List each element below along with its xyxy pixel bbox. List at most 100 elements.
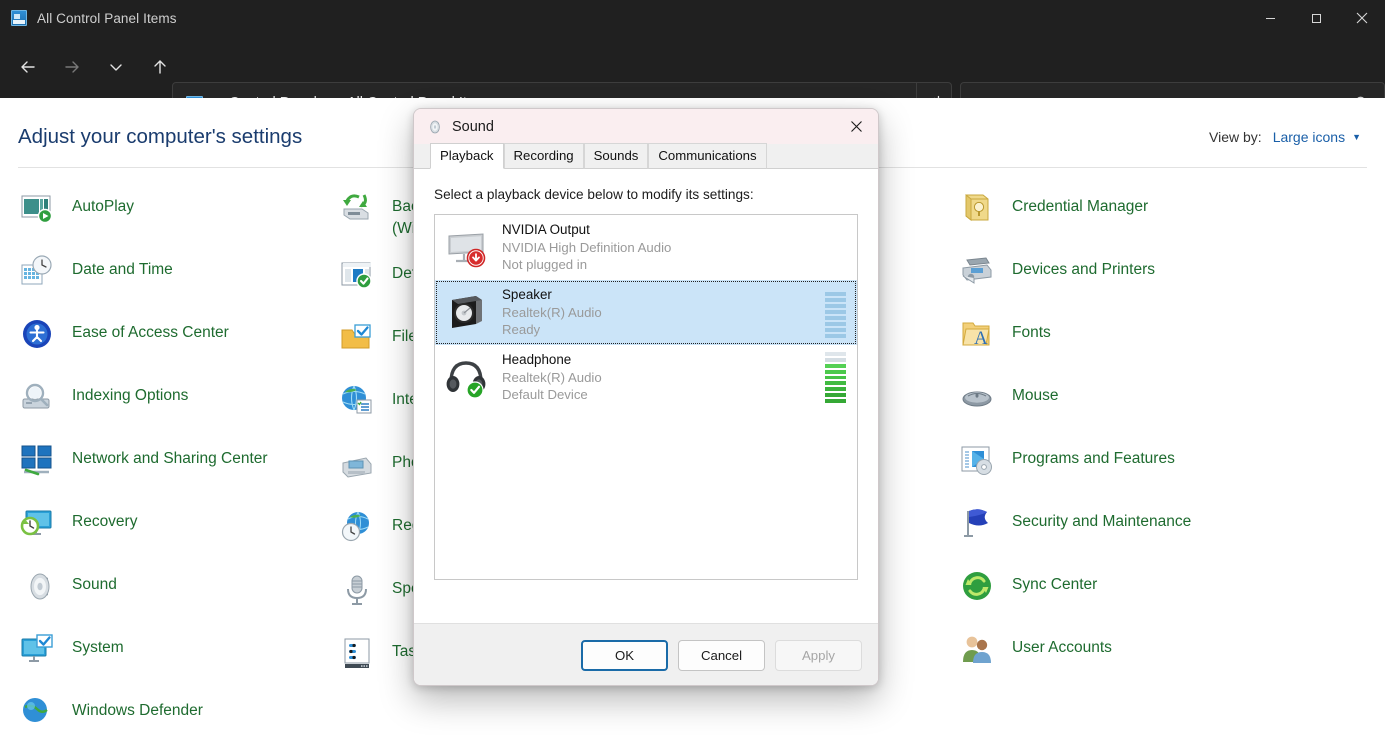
cp-item-recovery[interactable]: Recovery xyxy=(0,497,320,560)
up-button[interactable] xyxy=(140,47,180,87)
cp-item-label: Programs and Features xyxy=(1012,443,1175,470)
speech-recognition-icon xyxy=(340,573,374,607)
programs-features-icon xyxy=(960,443,994,477)
tab-playback[interactable]: Playback xyxy=(430,143,504,169)
date-time-icon xyxy=(20,254,54,288)
cp-item-sound[interactable]: Sound xyxy=(0,560,320,623)
cp-item-label: Ease of Access Center xyxy=(72,317,229,344)
cp-item-indexing-options[interactable]: Indexing Options xyxy=(0,371,320,434)
cp-item-label: AutoPlay xyxy=(72,191,134,218)
device-row-speaker[interactable]: Speaker Realtek(R) Audio Ready xyxy=(435,280,857,345)
windows-defender-icon xyxy=(20,695,54,729)
cp-item-date-and-time[interactable]: Date and Time xyxy=(0,245,320,308)
back-button[interactable] xyxy=(8,47,48,87)
control-panel-window: All Control Panel Items xyxy=(0,0,1385,735)
cp-item-label: Recovery xyxy=(72,506,137,533)
sound-dialog-body: Playback Recording Sounds Communications… xyxy=(414,144,878,686)
cp-item-ease-of-access-center[interactable]: Ease of Access Center xyxy=(0,308,320,371)
cp-item-devices-and-printers[interactable]: Devices and Printers xyxy=(940,245,1380,308)
cp-item-label: Sync Center xyxy=(1012,569,1097,596)
cp-item-mouse[interactable]: Mouse xyxy=(940,371,1380,434)
page-title: Adjust your computer's settings xyxy=(18,125,302,149)
internet-options-icon xyxy=(340,384,374,418)
network-sharing-icon xyxy=(20,443,54,477)
devices-printers-icon xyxy=(960,254,994,288)
tab-sounds[interactable]: Sounds xyxy=(584,143,649,169)
cp-item-label: Devices and Printers xyxy=(1012,254,1155,281)
window-title: All Control Panel Items xyxy=(37,11,177,26)
device-info: NVIDIA Output NVIDIA High Definition Aud… xyxy=(502,221,851,274)
mouse-icon xyxy=(960,380,994,414)
minimize-button[interactable] xyxy=(1247,0,1293,36)
close-button[interactable] xyxy=(1339,0,1385,36)
sync-center-icon xyxy=(960,569,994,603)
items-column-1: AutoPlay xyxy=(0,182,320,735)
cp-item-windows-defender[interactable]: Windows Defender xyxy=(0,686,320,735)
cp-item-label: Windows Defender xyxy=(72,695,203,722)
playback-device-list[interactable]: NVIDIA Output NVIDIA High Definition Aud… xyxy=(434,214,858,580)
cp-item-fonts[interactable]: A Fonts xyxy=(940,308,1380,371)
view-by-value[interactable]: Large icons xyxy=(1273,129,1345,145)
headphone-default-icon xyxy=(443,355,489,401)
ease-of-access-icon xyxy=(20,317,54,351)
system-icon xyxy=(20,632,54,666)
ok-button[interactable]: OK xyxy=(581,640,668,671)
backup-restore-icon xyxy=(340,191,374,225)
recent-locations-button[interactable] xyxy=(96,47,136,87)
cp-item-label: System xyxy=(72,632,124,659)
device-status: Not plugged in xyxy=(502,256,851,274)
device-status: Default Device xyxy=(502,386,825,404)
tab-recording[interactable]: Recording xyxy=(504,143,584,169)
cp-item-user-accounts[interactable]: User Accounts xyxy=(940,623,1380,686)
maximize-button[interactable] xyxy=(1293,0,1339,36)
device-name: NVIDIA Output xyxy=(502,221,851,239)
svg-text:A: A xyxy=(974,328,988,349)
dialog-close-button[interactable] xyxy=(834,109,878,144)
device-driver: Realtek(R) Audio xyxy=(502,304,825,322)
sound-dialog: Sound Playback Recording Sounds Communic… xyxy=(413,108,879,686)
cp-item-sync-center[interactable]: Sync Center xyxy=(940,560,1380,623)
cp-item-system[interactable]: System xyxy=(0,623,320,686)
apply-button: Apply xyxy=(775,640,862,671)
items-column-4: Credential Manager Devices and Printers xyxy=(940,182,1380,735)
cancel-button[interactable]: Cancel xyxy=(678,640,765,671)
device-info: Speaker Realtek(R) Audio Ready xyxy=(502,286,825,339)
tab-communications[interactable]: Communications xyxy=(648,143,766,169)
device-row-nvidia-output[interactable]: NVIDIA Output NVIDIA High Definition Aud… xyxy=(435,215,857,280)
sound-icon xyxy=(20,569,54,603)
region-icon xyxy=(340,510,374,544)
credential-manager-icon xyxy=(960,191,994,225)
volume-meter-headphone xyxy=(825,353,846,403)
cp-item-network-and-sharing-center[interactable]: Network and Sharing Center xyxy=(0,434,320,497)
cp-item-programs-and-features[interactable]: Programs and Features xyxy=(940,434,1380,497)
cp-item-credential-manager[interactable]: Credential Manager xyxy=(940,182,1380,245)
phone-fax-icon xyxy=(340,447,374,481)
fonts-icon: A xyxy=(960,317,994,351)
speaker-device-icon xyxy=(443,290,489,336)
cp-item-label: Network and Sharing Center xyxy=(72,443,268,470)
sound-dialog-titlebar: Sound xyxy=(414,109,878,144)
autoplay-icon xyxy=(20,191,54,225)
playback-prompt: Select a playback device below to modify… xyxy=(434,187,858,202)
view-by-control[interactable]: View by: Large icons ▼ xyxy=(1209,129,1361,145)
chevron-down-icon[interactable]: ▼ xyxy=(1352,133,1361,142)
user-accounts-icon xyxy=(960,632,994,666)
cp-item-label: Sound xyxy=(72,569,117,596)
cp-item-label: Indexing Options xyxy=(72,380,188,407)
cp-item-security-and-maintenance[interactable]: Security and Maintenance xyxy=(940,497,1380,560)
recovery-icon xyxy=(20,506,54,540)
device-driver: NVIDIA High Definition Audio xyxy=(502,239,851,257)
cp-item-autoplay[interactable]: AutoPlay xyxy=(0,182,320,245)
monitor-unplugged-icon xyxy=(443,225,489,271)
sound-dialog-tabs: Playback Recording Sounds Communications xyxy=(414,144,878,169)
indexing-options-icon xyxy=(20,380,54,414)
volume-meter-speaker xyxy=(825,288,846,338)
device-row-headphone[interactable]: Headphone Realtek(R) Audio Default Devic… xyxy=(435,345,857,410)
device-info: Headphone Realtek(R) Audio Default Devic… xyxy=(502,351,825,404)
forward-button[interactable] xyxy=(52,47,92,87)
device-driver: Realtek(R) Audio xyxy=(502,369,825,387)
cp-item-label: Credential Manager xyxy=(1012,191,1148,218)
security-maintenance-icon xyxy=(960,506,994,540)
device-status: Ready xyxy=(502,321,825,339)
cp-item-label: Security and Maintenance xyxy=(1012,506,1191,533)
